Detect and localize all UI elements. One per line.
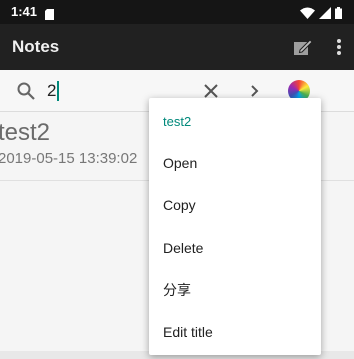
- menu-item-copy[interactable]: Copy: [149, 184, 321, 226]
- menu-item-label: Open: [163, 155, 198, 171]
- menu-item-delete[interactable]: Delete: [149, 227, 321, 269]
- battery-icon: [335, 6, 342, 24]
- search-input[interactable]: 2: [47, 81, 60, 101]
- signal-icon: [319, 6, 331, 24]
- status-bar: 1:41: [0, 0, 354, 24]
- menu-item-label: Copy: [163, 197, 196, 213]
- wifi-icon: [300, 6, 315, 24]
- menu-item-open[interactable]: Open: [149, 142, 321, 184]
- search-query: 2: [47, 81, 57, 100]
- app-bar: Notes: [0, 24, 354, 70]
- status-time: 1:41: [11, 4, 38, 19]
- status-icons: [300, 6, 342, 24]
- text-cursor: [57, 81, 60, 101]
- app-title: Notes: [12, 37, 60, 56]
- edit-note-icon[interactable]: [292, 36, 314, 58]
- menu-item-share[interactable]: 分享: [149, 269, 321, 311]
- note-title: test2: [0, 119, 51, 146]
- menu-item-label: Delete: [163, 240, 204, 256]
- context-menu: test2 Open Copy Delete 分享 Edit title: [149, 98, 321, 355]
- menu-item-label: 分享: [163, 282, 191, 298]
- menu-item-label: Edit title: [163, 324, 213, 340]
- search-icon: [16, 81, 36, 106]
- note-date: 2019-05-15 13:39:02: [0, 150, 138, 167]
- more-vert-icon[interactable]: [333, 36, 345, 58]
- sd-card-icon: [45, 7, 54, 25]
- context-menu-header: test2: [163, 114, 192, 129]
- menu-item-edit-title[interactable]: Edit title: [149, 311, 321, 353]
